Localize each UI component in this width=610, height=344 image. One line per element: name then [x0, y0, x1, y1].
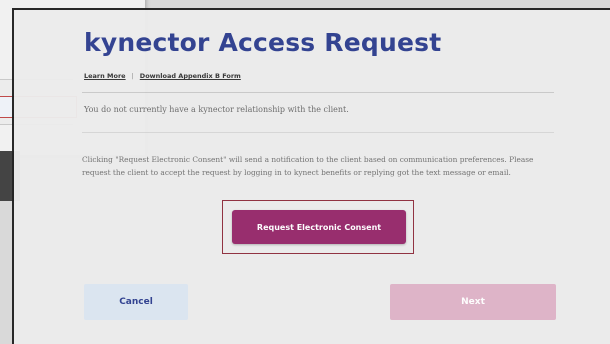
- header-links: Learn More | Download Appendix B Form: [84, 72, 241, 80]
- download-appendix-b-link[interactable]: Download Appendix B Form: [140, 72, 241, 80]
- access-request-modal: kynector Access Request Learn More | Downl…: [12, 8, 610, 344]
- relationship-status-text: You do not currently have a kynector rel…: [84, 105, 349, 114]
- modal-title: kynector Access Request: [84, 28, 442, 57]
- consent-info-text: Clicking "Request Electronic Consent" wi…: [82, 155, 534, 177]
- status-divider: [82, 132, 554, 133]
- next-button[interactable]: Next: [390, 284, 556, 320]
- header-divider: [82, 92, 554, 93]
- link-separator: |: [131, 72, 134, 80]
- learn-more-link[interactable]: Learn More: [84, 72, 126, 80]
- cancel-button[interactable]: Cancel: [84, 284, 188, 320]
- request-electronic-consent-button[interactable]: Request Electronic Consent: [232, 210, 406, 244]
